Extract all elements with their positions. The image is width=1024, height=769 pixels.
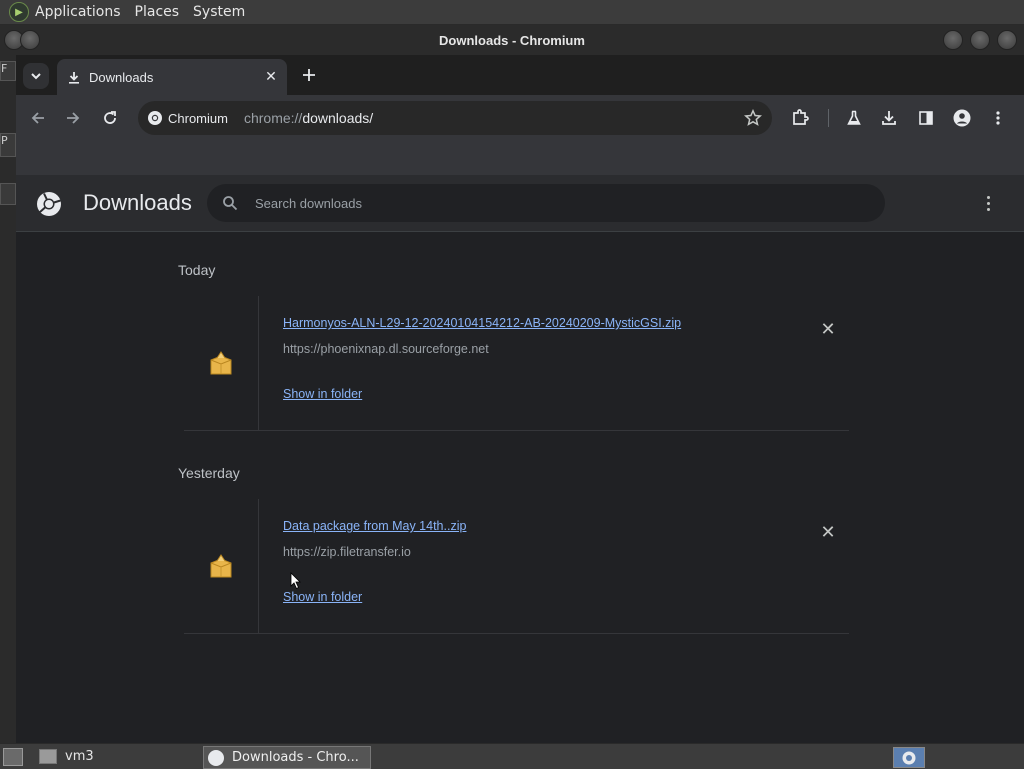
close-window-button[interactable]: [997, 30, 1017, 50]
window-titlebar[interactable]: Downloads - Chromium: [0, 25, 1024, 55]
search-input[interactable]: [253, 194, 857, 212]
archive-file-icon: [210, 351, 232, 375]
search-icon: [221, 194, 239, 212]
background-window-control[interactable]: [0, 183, 16, 205]
remove-download-close-icon[interactable]: ✕: [819, 319, 837, 340]
tray-chromium-icon[interactable]: [893, 747, 925, 768]
plus-icon: [303, 69, 315, 81]
url-scheme: chrome://: [243, 110, 303, 126]
mouse-cursor-icon: [290, 572, 301, 590]
toolbar-separator: [828, 109, 829, 127]
window-shade-button[interactable]: [20, 30, 40, 50]
background-window[interactable]: F P: [0, 25, 16, 743]
browser-menu-icon[interactable]: [987, 107, 1009, 129]
menu-system[interactable]: System: [193, 4, 245, 20]
background-tab-label: F: [1, 62, 8, 75]
chevron-down-icon: [31, 73, 41, 80]
download-filename-link[interactable]: Harmonyos-ALN-L29-12-20240104154212-AB-2…: [283, 316, 681, 330]
show-desktop-icon[interactable]: [3, 748, 23, 766]
more-actions-icon[interactable]: [978, 193, 998, 213]
url-path: downloads/: [302, 110, 374, 126]
background-tab-label: P: [1, 134, 8, 147]
labs-flask-icon[interactable]: [843, 107, 865, 129]
taskbar-item-label: vm3: [65, 749, 94, 764]
download-filename-link[interactable]: Data package from May 14th..zip: [283, 519, 466, 533]
new-tab-button[interactable]: [298, 64, 320, 86]
download-item: Harmonyos-ALN-L29-12-20240104154212-AB-2…: [184, 296, 849, 431]
taskbar-item-label: Downloads - Chro...: [232, 750, 359, 765]
browser-toolbar: Chromium chrome://downloads/: [16, 95, 1024, 141]
file-icon-column: [184, 296, 259, 430]
chromium-logo-icon: [208, 749, 224, 766]
close-tab-icon[interactable]: ✕: [263, 69, 279, 85]
remove-download-close-icon[interactable]: ✕: [819, 522, 837, 543]
downloads-toolbar-icon[interactable]: [878, 107, 900, 129]
menu-places[interactable]: Places: [135, 4, 180, 20]
search-box[interactable]: [207, 184, 885, 222]
show-in-folder-link[interactable]: Show in folder: [283, 590, 362, 604]
download-item: Data package from May 14th..zip https://…: [184, 499, 849, 634]
tab-search-button[interactable]: [23, 63, 49, 89]
download-source-url[interactable]: https://phoenixnap.dl.sourceforge.net: [283, 342, 489, 356]
address-bar[interactable]: Chromium chrome://downloads/: [138, 101, 772, 135]
download-source-url[interactable]: https://zip.filetransfer.io: [283, 545, 411, 559]
tab-downloads[interactable]: Downloads ✕: [57, 59, 287, 95]
url-text[interactable]: chrome://downloads/: [244, 110, 373, 126]
forward-arrow-icon[interactable]: [62, 107, 84, 129]
background-window-tab[interactable]: P: [0, 133, 16, 157]
chromium-logo-icon: [148, 111, 162, 125]
applications-logo-icon[interactable]: ▶: [9, 2, 29, 22]
bookmark-star-icon[interactable]: [742, 107, 764, 129]
profile-avatar-icon[interactable]: [951, 107, 973, 129]
bottom-taskbar: vm3 Downloads - Chro...: [0, 743, 1024, 769]
reload-icon[interactable]: [99, 107, 121, 129]
file-icon-column: [184, 499, 259, 633]
top-panel: ▶ Applications Places System: [0, 0, 1024, 25]
archive-file-icon: [210, 554, 232, 578]
minimize-button[interactable]: [943, 30, 963, 50]
taskbar-item-downloads-window[interactable]: Downloads - Chro...: [203, 746, 371, 769]
folder-icon: [39, 749, 57, 764]
show-in-folder-link[interactable]: Show in folder: [283, 387, 362, 401]
taskbar-item-vm3[interactable]: vm3: [36, 746, 94, 767]
chrome-logo-icon: [36, 191, 62, 217]
site-chip-label: Chromium: [168, 110, 228, 126]
extensions-puzzle-icon[interactable]: [789, 107, 811, 129]
side-panel-icon[interactable]: [915, 107, 937, 129]
date-header-today: Today: [178, 262, 216, 278]
maximize-button[interactable]: [970, 30, 990, 50]
window-title: Downloads - Chromium: [439, 32, 585, 48]
downloads-header: Downloads: [16, 175, 1024, 232]
download-icon: [67, 70, 81, 84]
tab-strip: Downloads ✕: [16, 55, 1024, 95]
bookmarks-area: [16, 141, 1024, 175]
date-header-yesterday: Yesterday: [178, 465, 240, 481]
tab-title: Downloads: [89, 69, 154, 85]
menu-applications[interactable]: Applications: [35, 4, 121, 20]
page-title: Downloads: [83, 190, 192, 215]
downloads-list: Today Harmonyos-ALN-L29-12-2024010415421…: [16, 232, 1024, 743]
background-window-tab[interactable]: F: [0, 61, 16, 81]
back-arrow-icon[interactable]: [27, 107, 49, 129]
